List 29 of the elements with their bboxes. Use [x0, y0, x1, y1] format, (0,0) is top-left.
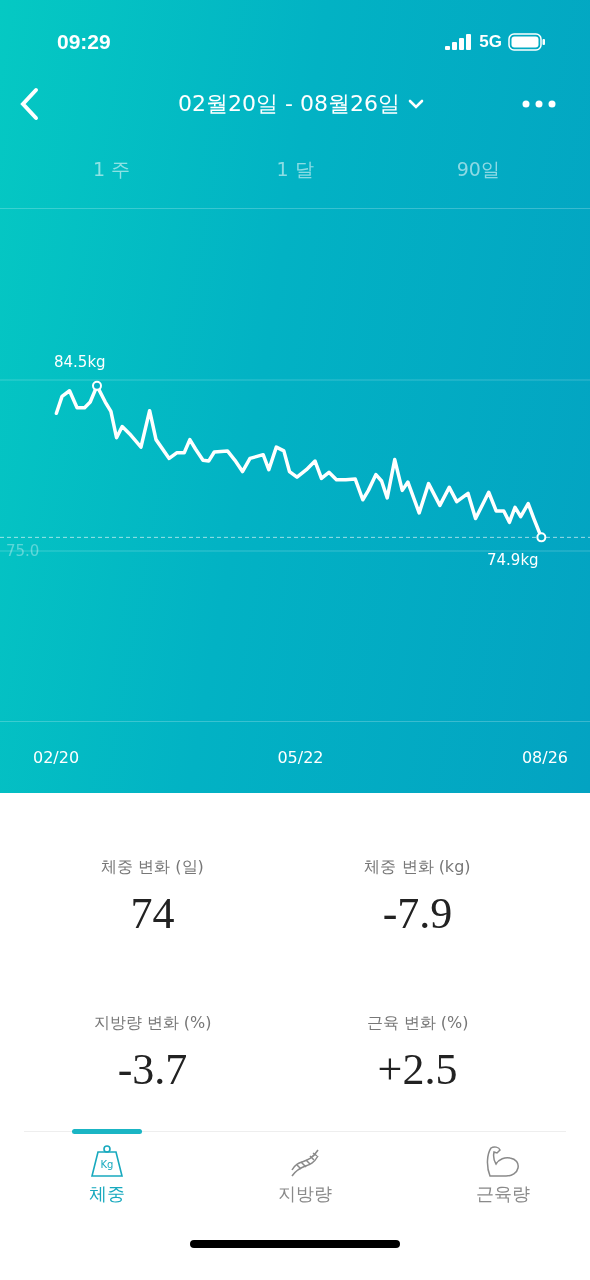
- stat-label: 지방량 변화 (%): [93, 1013, 212, 1034]
- status-time: 09:29: [57, 30, 111, 54]
- stat-label: 체중 변화 (일): [101, 857, 204, 878]
- bottom-tab[interactable]: 근육량: [468, 1132, 538, 1206]
- stat-value: 74: [130, 888, 175, 939]
- back-icon: [18, 87, 40, 121]
- bottom-tab[interactable]: 지방량: [270, 1132, 340, 1206]
- flexed-arm-icon: [485, 1144, 521, 1178]
- more-icon: [522, 100, 556, 108]
- stat-value: +2.5: [377, 1044, 458, 1095]
- x-axis-label: 08/26: [521, 748, 568, 767]
- caret-icon: [407, 99, 424, 109]
- bottom-tab[interactable]: Kg 체중: [72, 1132, 142, 1206]
- x-axis-label: 05/22: [277, 748, 324, 767]
- stat-value: -3.7: [117, 1044, 188, 1095]
- battery-icon: [508, 33, 546, 51]
- period-tab[interactable]: 1 달: [235, 156, 355, 184]
- period-tab[interactable]: 1 주: [51, 156, 172, 184]
- period-tab[interactable]: 90일: [418, 156, 539, 184]
- network-label: 5G: [479, 32, 502, 52]
- stat-value: -7.9: [382, 888, 453, 939]
- baseline-label: 75.0: [6, 542, 40, 560]
- max-weight-label: 84.5kg: [54, 353, 106, 371]
- stat-label: 근육 변화 (%): [366, 1013, 469, 1034]
- stat-label: 체중 변화 (kg): [364, 857, 471, 878]
- signal-icon: [445, 34, 474, 50]
- date-range-selector[interactable]: 02월20일 - 08월26일: [178, 89, 424, 119]
- end-weight-label: 74.9kg: [487, 551, 539, 569]
- x-axis-label: 02/20: [33, 748, 80, 767]
